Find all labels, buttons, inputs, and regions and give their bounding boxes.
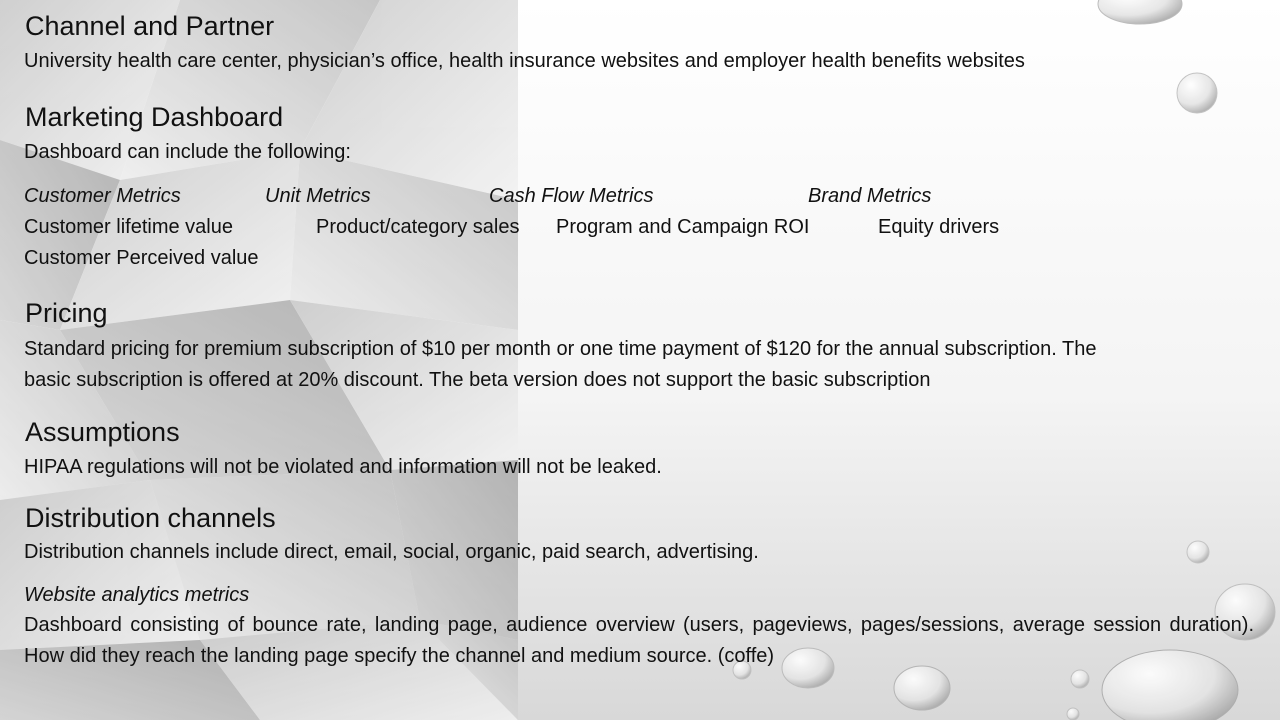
dashboard-intro: Dashboard can include the following: bbox=[24, 141, 351, 163]
heading-marketing-dashboard: Marketing Dashboard bbox=[25, 102, 284, 132]
metric-item: Product/category sales bbox=[316, 216, 520, 238]
metric-item: Equity drivers bbox=[878, 216, 1000, 238]
assumptions-text: HIPAA regulations will not be violated a… bbox=[24, 456, 662, 478]
column-title-unit-metrics: Unit Metrics bbox=[265, 185, 371, 207]
heading-assumptions: Assumptions bbox=[25, 417, 180, 447]
column-title-brand-metrics: Brand Metrics bbox=[808, 185, 932, 207]
subheading-website-analytics: Website analytics metrics bbox=[24, 584, 250, 606]
channel-partner-text: University health care center, physician… bbox=[24, 50, 1025, 72]
metric-item: Customer lifetime value bbox=[24, 216, 233, 238]
pricing-text-line-1: Standard pricing for premium subscriptio… bbox=[24, 338, 1097, 360]
column-title-cash-flow-metrics: Cash Flow Metrics bbox=[489, 185, 654, 207]
metric-item: Customer Perceived value bbox=[24, 247, 259, 269]
analytics-text: Dashboard consisting of bounce rate, lan… bbox=[24, 614, 1254, 667]
heading-pricing: Pricing bbox=[25, 298, 108, 328]
column-title-customer-metrics: Customer Metrics bbox=[24, 185, 181, 207]
metric-item: Program and Campaign ROI bbox=[556, 216, 810, 238]
heading-channel-partner: Channel and Partner bbox=[25, 11, 275, 41]
slide: Channel and Partner University health ca… bbox=[0, 0, 1280, 720]
heading-distribution-channels: Distribution channels bbox=[25, 503, 276, 533]
distribution-text: Distribution channels include direct, em… bbox=[24, 541, 759, 563]
pricing-text-line-2: basic subscription is offered at 20% dis… bbox=[24, 369, 931, 391]
